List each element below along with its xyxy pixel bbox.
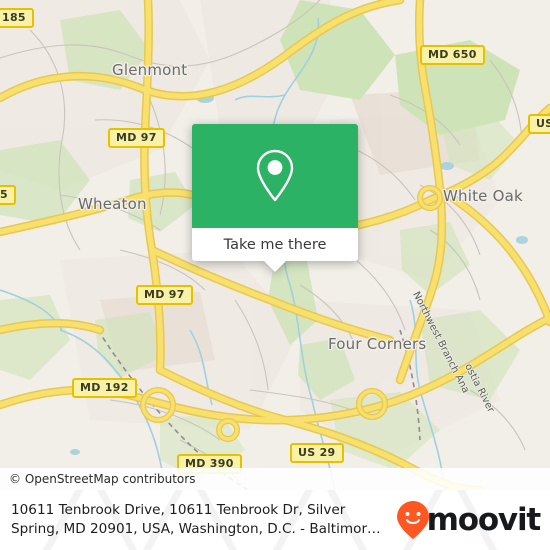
take-me-there-label: Take me there	[223, 236, 327, 253]
map-pin-icon	[256, 149, 294, 202]
location-marker-card[interactable]: Take me there	[192, 124, 358, 272]
shield-md-97-north: MD 97	[108, 128, 165, 148]
address-text: 10611 Tenbrook Drive, 10611 Tenbrook Dr,…	[11, 501, 381, 537]
moovit-pin-icon	[396, 501, 429, 539]
shield-md-185: 185	[0, 8, 34, 28]
shield-md-192: MD 192	[72, 378, 137, 398]
footer-bar: 10611 Tenbrook Drive, 10611 Tenbrook Dr,…	[0, 490, 550, 550]
marker-card-pointer	[264, 261, 286, 272]
shield-md-97-south: MD 97	[136, 285, 193, 305]
map-canvas[interactable]: Glenmont Wheaton White Oak Four Corners …	[0, 0, 550, 490]
map-screenshot: Glenmont Wheaton White Oak Four Corners …	[0, 0, 550, 550]
osm-attribution-bar: © OpenStreetMap contributors	[0, 468, 550, 490]
moovit-brand[interactable]: moovit	[396, 500, 550, 540]
marker-card-header	[192, 124, 358, 228]
moovit-wordmark: moovit	[426, 502, 542, 538]
shield-route-5: 5	[0, 185, 16, 205]
take-me-there-button[interactable]: Take me there	[192, 228, 358, 261]
shield-md-650: MD 650	[420, 45, 485, 65]
shield-us: US	[528, 114, 550, 134]
shield-us-29: US 29	[290, 443, 344, 463]
osm-attribution-text: © OpenStreetMap contributors	[9, 472, 196, 486]
